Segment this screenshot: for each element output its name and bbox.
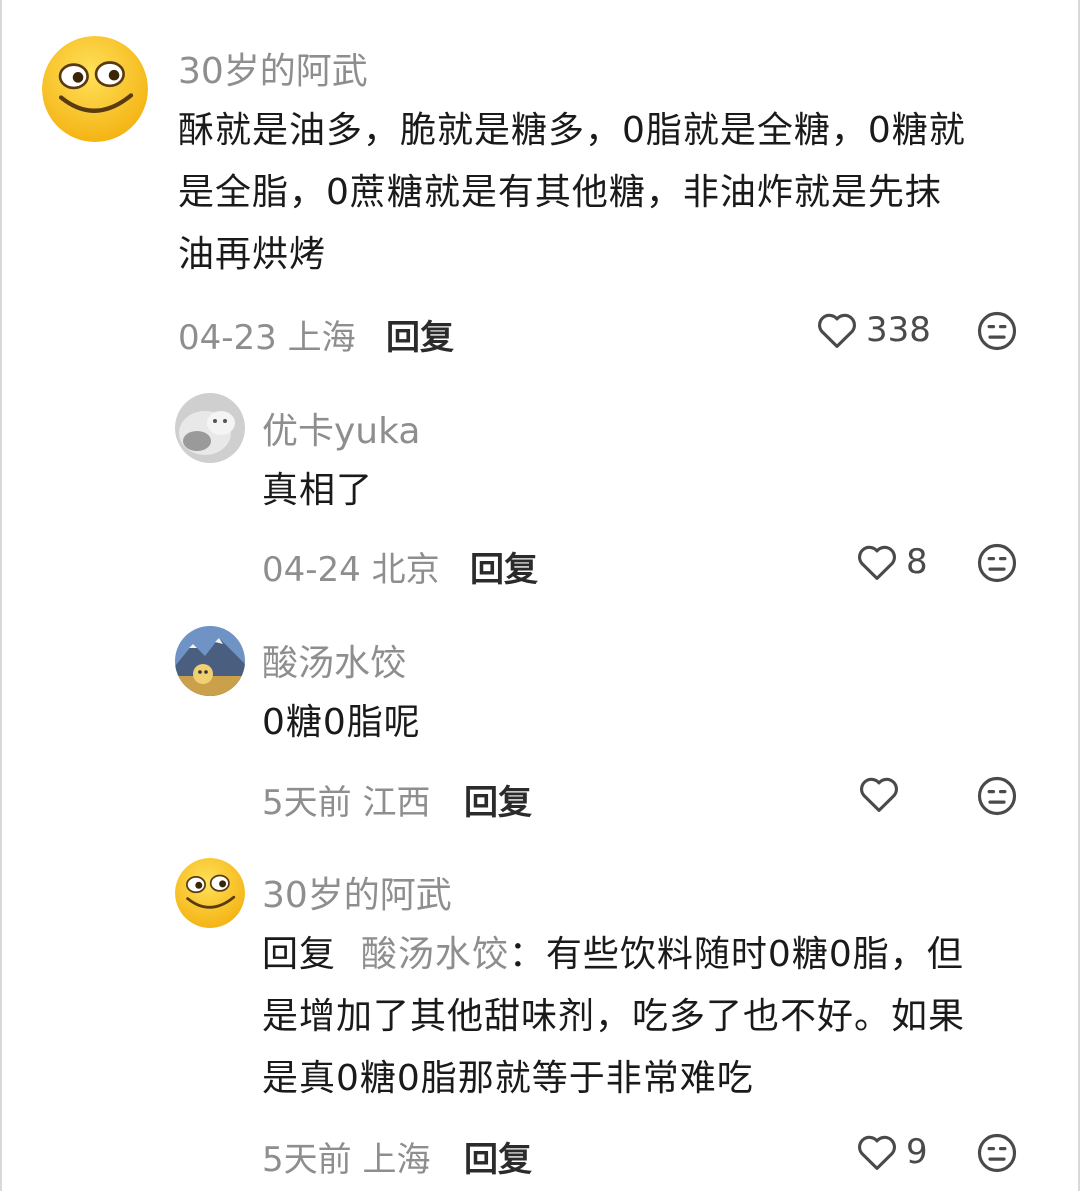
reply-prefix: 回复 bbox=[262, 934, 337, 975]
username[interactable]: 30岁的阿武 bbox=[262, 866, 452, 918]
heart-outline-icon bbox=[860, 777, 898, 812]
dislike-button[interactable] bbox=[976, 542, 1018, 584]
mountain-photo-avatar-icon bbox=[175, 626, 245, 696]
username[interactable]: 优卡yuka bbox=[262, 402, 420, 454]
meh-face-icon bbox=[977, 1133, 1017, 1173]
avatar[interactable] bbox=[42, 36, 148, 142]
avatar[interactable] bbox=[175, 393, 245, 463]
smiley-avatar-icon bbox=[175, 858, 245, 928]
comment-meta: 04-24 北京 bbox=[262, 550, 440, 590]
dislike-button[interactable] bbox=[976, 1132, 1018, 1174]
comment-meta: 5天前 上海 bbox=[262, 1140, 431, 1180]
comment-meta: 04-23 上海 bbox=[178, 318, 356, 358]
comment-line: 是全脂，0蔗糖就是有其他糖，非油炸就是先抹 bbox=[178, 172, 942, 213]
comment-text: 0糖0脂呢 bbox=[262, 692, 1042, 754]
meh-face-icon bbox=[977, 776, 1017, 816]
avatar[interactable] bbox=[175, 626, 245, 696]
heart-outline-icon bbox=[858, 1135, 896, 1170]
meh-face-icon bbox=[977, 543, 1017, 583]
like-button[interactable] bbox=[858, 775, 908, 813]
like-count: 8 bbox=[906, 542, 928, 582]
dislike-button[interactable] bbox=[976, 775, 1018, 817]
username[interactable]: 30岁的阿武 bbox=[178, 42, 368, 94]
meh-face-icon bbox=[977, 311, 1017, 351]
comment-text: 酥就是油多，脆就是糖多，0脂就是全糖，0糖就 是全脂，0蔗糖就是有其他糖，非油炸… bbox=[178, 100, 1048, 286]
heart-outline-icon bbox=[858, 545, 896, 580]
comment-line: 回复 酸汤水饺：有些饮料随时0糖0脂，但 bbox=[262, 924, 1052, 986]
comment-text: 回复 酸汤水饺：有些饮料随时0糖0脂，但 是增加了其他甜味剂，吃多了也不好。如果… bbox=[262, 924, 1052, 1110]
smiley-avatar-icon bbox=[42, 36, 148, 142]
comment-line: 0糖0脂呢 bbox=[262, 702, 421, 743]
reply-target-username[interactable]: 酸汤水饺 bbox=[361, 934, 509, 975]
left-edge bbox=[0, 0, 2, 1191]
like-count: 338 bbox=[866, 310, 931, 350]
comment-line: 真相了 bbox=[262, 470, 374, 511]
like-button[interactable]: 8 bbox=[856, 542, 928, 582]
comment-meta: 5天前 江西 bbox=[262, 783, 431, 823]
like-count: 9 bbox=[906, 1132, 928, 1172]
cat-photo-avatar-icon bbox=[175, 393, 245, 463]
reply-button[interactable]: 回复 bbox=[470, 542, 538, 591]
comment-line-rest: ：有些饮料随时0糖0脂，但 bbox=[508, 934, 964, 975]
reply-button[interactable]: 回复 bbox=[464, 1132, 532, 1181]
comment-line: 油再烘烤 bbox=[178, 234, 327, 275]
comment-line: 是真0糖0脂那就等于非常难吃 bbox=[262, 1058, 754, 1099]
comment-line: 酥就是油多，脆就是糖多，0脂就是全糖，0糖就 bbox=[178, 110, 966, 151]
reply-button[interactable]: 回复 bbox=[386, 310, 454, 359]
heart-outline-icon bbox=[818, 313, 856, 348]
comment-line: 是增加了其他甜味剂，吃多了也不好。如果 bbox=[262, 996, 966, 1037]
reply-button[interactable]: 回复 bbox=[464, 775, 532, 824]
username[interactable]: 酸汤水饺 bbox=[262, 634, 406, 686]
dislike-button[interactable] bbox=[976, 310, 1018, 352]
like-button[interactable]: 338 bbox=[816, 310, 931, 350]
like-button[interactable]: 9 bbox=[856, 1132, 928, 1172]
avatar[interactable] bbox=[175, 858, 245, 928]
comment-text: 真相了 bbox=[262, 460, 1042, 522]
